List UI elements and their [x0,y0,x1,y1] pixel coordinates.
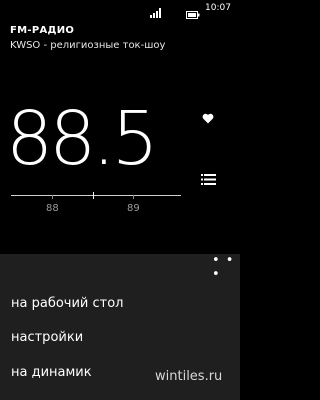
menu-item-settings[interactable]: настройки [11,330,83,346]
station-list-icon[interactable] [201,170,216,189]
heart-icon[interactable] [202,109,214,128]
tuner-marker [93,192,94,199]
station-name: KWSO - религиозные ток-шоу [10,40,166,51]
frequency-display: 88.5 [6,96,159,182]
app-title: FM-РАДИО [10,25,75,36]
tuner-tick-label: 88 [46,203,59,214]
tuner-tick [133,195,134,199]
status-bar: 10:07 [0,0,240,19]
signal-bars-icon [150,3,164,22]
tuner-tick [52,195,53,199]
menu-item-speaker[interactable]: на динамик [11,365,92,381]
menu-item-pin-to-start[interactable]: на рабочий стол [11,296,123,312]
status-time: 10:07 [205,3,231,13]
tuner-tick-label: 89 [127,203,140,214]
battery-icon [186,4,200,23]
watermark: wintiles.ru [155,369,223,384]
more-dots-icon[interactable]: • • • [212,254,240,282]
tuner-dial[interactable] [11,195,181,196]
